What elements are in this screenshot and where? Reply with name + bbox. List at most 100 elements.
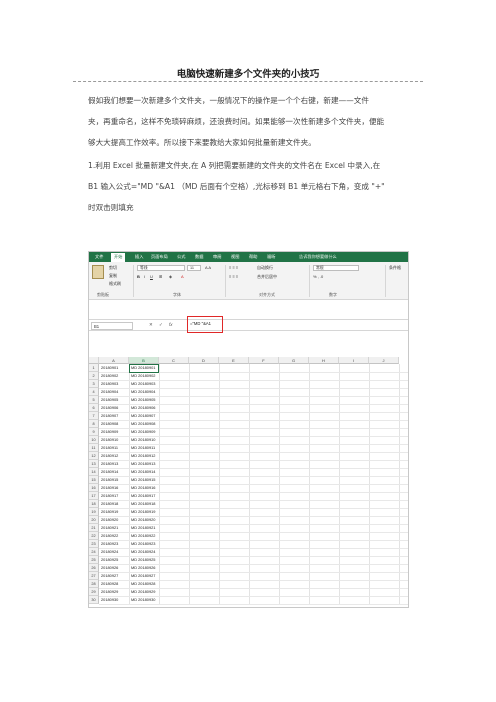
cell-a[interactable]: 20180928 <box>101 580 118 588</box>
cell-a[interactable]: 20180927 <box>101 572 118 580</box>
cell-b[interactable]: MD 20180908 <box>131 420 155 428</box>
confirm-icon[interactable]: ✓ <box>159 322 163 328</box>
row-header[interactable]: 13 <box>89 460 99 468</box>
cell-b[interactable]: MD 20180913 <box>131 460 155 468</box>
row-header[interactable]: 15 <box>89 476 99 484</box>
cell-b[interactable]: MD 20180924 <box>131 548 155 556</box>
cell-a[interactable]: 20180930 <box>101 596 118 604</box>
cell-a[interactable]: 20180923 <box>101 540 118 548</box>
cell-a[interactable]: 20180913 <box>101 460 118 468</box>
row-header[interactable]: 7 <box>89 412 99 420</box>
cell-a[interactable]: 20180916 <box>101 484 118 492</box>
cell-a[interactable]: 20180920 <box>101 516 118 524</box>
cell-b[interactable]: MD 20180926 <box>131 564 155 572</box>
tab-insert[interactable]: 插入 <box>135 254 143 260</box>
conditional-format-button[interactable]: 条件格 <box>389 265 401 271</box>
tab-home[interactable]: 开始 <box>111 253 126 262</box>
tab-view[interactable]: 视图 <box>231 254 239 260</box>
cell-a[interactable]: 20180901 <box>101 364 118 372</box>
tell-me-box[interactable]: 告诉我你想要做什么 <box>299 254 337 260</box>
column-header[interactable]: F <box>249 357 279 364</box>
cell-b[interactable]: MD 20180911 <box>131 444 155 452</box>
cell-b[interactable]: MD 20180930 <box>131 596 155 604</box>
cut-button[interactable]: 剪切 <box>109 265 117 271</box>
tab-review[interactable]: 审阅 <box>213 254 221 260</box>
row-header[interactable]: 4 <box>89 388 99 396</box>
cell-b[interactable]: MD 20180922 <box>131 532 155 540</box>
row-header[interactable]: 1 <box>89 364 99 372</box>
cell-a[interactable]: 20180906 <box>101 404 118 412</box>
cell-a[interactable]: 20180919 <box>101 508 118 516</box>
tab-page-layout[interactable]: 页面布局 <box>151 254 168 260</box>
formula-input[interactable]: ="MD "&A1 <box>190 321 211 326</box>
cell-b[interactable]: MD 20180905 <box>131 396 155 404</box>
cell-b[interactable]: MD 20180909 <box>131 428 155 436</box>
cell-b[interactable]: MD 20180914 <box>131 468 155 476</box>
column-header[interactable]: G <box>279 357 309 364</box>
cell-a[interactable]: 20180924 <box>101 548 118 556</box>
wrap-text-button[interactable]: 自动换行 <box>257 265 273 271</box>
row-header[interactable]: 6 <box>89 404 99 412</box>
row-header[interactable]: 25 <box>89 556 99 564</box>
row-header[interactable]: 30 <box>89 596 99 604</box>
tab-data[interactable]: 数据 <box>195 254 203 260</box>
row-header[interactable]: 10 <box>89 436 99 444</box>
cell-a[interactable]: 20180909 <box>101 428 118 436</box>
row-header[interactable]: 21 <box>89 524 99 532</box>
column-header[interactable]: D <box>189 357 219 364</box>
paste-icon[interactable] <box>92 265 104 279</box>
cell-b[interactable]: MD 20180902 <box>131 372 155 380</box>
column-header[interactable]: E <box>219 357 249 364</box>
row-header[interactable]: 27 <box>89 572 99 580</box>
cell-a[interactable]: 20180910 <box>101 436 118 444</box>
cell-a[interactable]: 20180911 <box>101 444 118 452</box>
cell-b[interactable]: MD 20180903 <box>131 380 155 388</box>
cell-b[interactable]: MD 20180912 <box>131 452 155 460</box>
row-header[interactable]: 24 <box>89 548 99 556</box>
row-header[interactable]: 28 <box>89 580 99 588</box>
cancel-icon[interactable]: ✕ <box>149 322 153 328</box>
font-color-icon[interactable]: A <box>181 274 184 279</box>
row-header[interactable]: 16 <box>89 484 99 492</box>
row-header[interactable]: 29 <box>89 588 99 596</box>
align-left-icon[interactable]: ≡ ≡ ≡ <box>229 274 238 279</box>
cell-a[interactable]: 20180903 <box>101 380 118 388</box>
cell-a[interactable]: 20180904 <box>101 388 118 396</box>
bold-icon[interactable]: B <box>137 274 140 279</box>
cell-b[interactable]: MD 20180917 <box>131 492 155 500</box>
row-header[interactable]: 14 <box>89 468 99 476</box>
column-header[interactable]: B <box>129 357 159 364</box>
cell-a[interactable]: 20180902 <box>101 372 118 380</box>
cell-b[interactable]: MD 20180907 <box>131 412 155 420</box>
border-icon[interactable]: ⊞ <box>159 274 162 279</box>
cell-a[interactable]: 20180917 <box>101 492 118 500</box>
row-header[interactable]: 2 <box>89 372 99 380</box>
cell-b[interactable]: MD 20180920 <box>131 516 155 524</box>
row-header[interactable]: 26 <box>89 564 99 572</box>
cell-b[interactable]: MD 20180929 <box>131 588 155 596</box>
cell-b[interactable]: MD 20180921 <box>131 524 155 532</box>
cell-a[interactable]: 20180908 <box>101 420 118 428</box>
fill-color-icon[interactable]: ◈ <box>169 274 172 279</box>
function-icon[interactable]: fx <box>169 322 173 327</box>
column-header[interactable]: A <box>99 357 129 364</box>
cell-b[interactable]: MD 20180910 <box>131 436 155 444</box>
row-header[interactable]: 11 <box>89 444 99 452</box>
tab-help[interactable]: 帮助 <box>249 254 257 260</box>
format-painter-button[interactable]: 格式刷 <box>109 281 121 287</box>
column-header[interactable]: J <box>369 357 399 364</box>
cell-a[interactable]: 20180912 <box>101 452 118 460</box>
row-header[interactable]: 19 <box>89 508 99 516</box>
cell-b[interactable]: MD 20180918 <box>131 500 155 508</box>
cell-a[interactable]: 20180914 <box>101 468 118 476</box>
copy-button[interactable]: 复制 <box>109 273 117 279</box>
row-header[interactable]: 3 <box>89 380 99 388</box>
number-format-select[interactable]: 常规 <box>313 265 359 271</box>
cell-a[interactable]: 20180918 <box>101 500 118 508</box>
currency-icon[interactable]: % , .0 <box>313 274 323 279</box>
row-header[interactable]: 23 <box>89 540 99 548</box>
row-header[interactable]: 8 <box>89 420 99 428</box>
select-all-corner[interactable] <box>89 357 99 364</box>
row-header[interactable]: 22 <box>89 532 99 540</box>
cell-b[interactable]: MD 20180928 <box>131 580 155 588</box>
